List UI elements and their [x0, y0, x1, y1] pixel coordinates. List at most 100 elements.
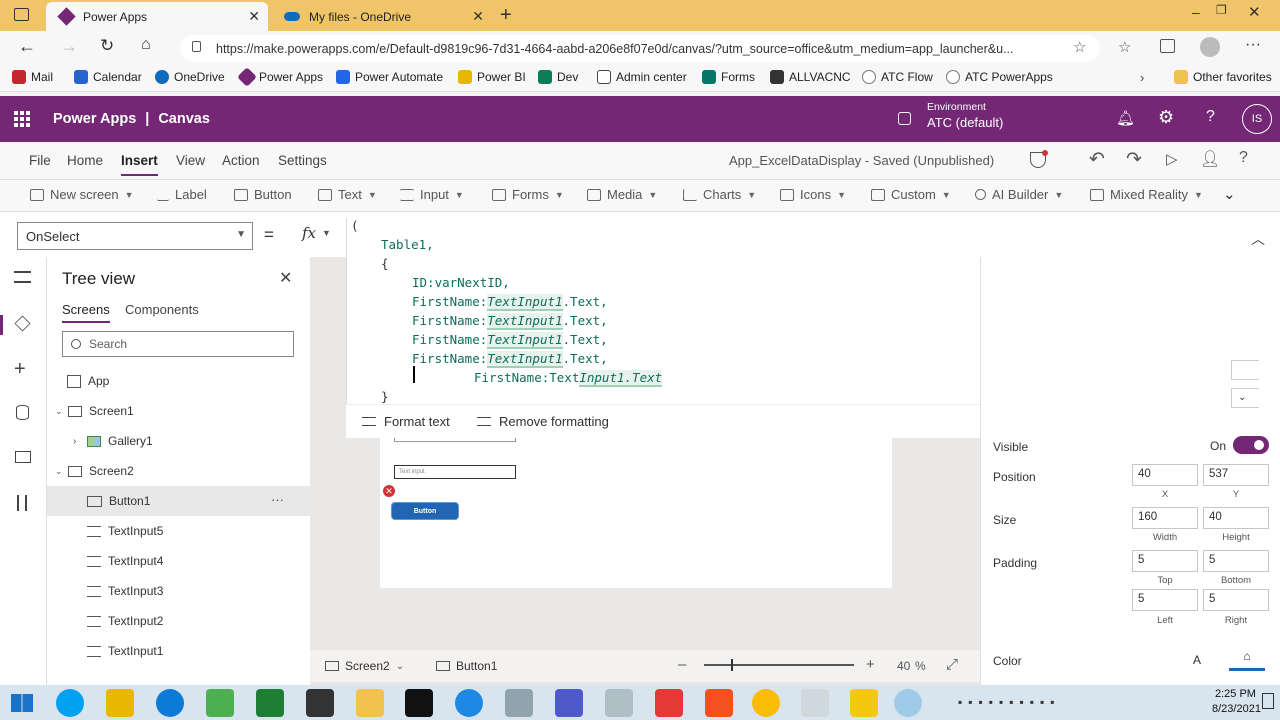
tree-item-gallery1[interactable]: › Gallery1 — [47, 426, 310, 456]
fav-mail[interactable]: Mail — [12, 70, 53, 84]
tree-item-screen1[interactable]: ⌄ Screen1 — [47, 396, 310, 426]
excel-icon[interactable] — [256, 689, 284, 717]
fav-admin-center[interactable]: Admin center — [597, 70, 687, 84]
fav-calendar[interactable]: Calendar — [74, 70, 142, 84]
close-tab-icon[interactable]: ✕ — [472, 8, 484, 25]
close-panel-icon[interactable]: ✕ — [279, 268, 292, 288]
power-bi-icon[interactable] — [850, 689, 878, 717]
close-window-icon[interactable]: ✕ — [1248, 3, 1261, 21]
expand-toolbar-chevron-icon[interactable]: ⌄ — [1223, 185, 1236, 203]
tree-view-layers-icon[interactable] — [14, 315, 31, 332]
zoom-in-icon[interactable]: + — [866, 656, 875, 673]
menu-insert[interactable]: Insert — [121, 153, 158, 176]
label-button[interactable]: Label — [157, 187, 207, 202]
fav-atc-powerapps[interactable]: ATC PowerApps — [946, 70, 1053, 84]
chevron-down-icon[interactable]: ▼ — [322, 228, 331, 238]
insert-plus-icon[interactable]: + — [14, 358, 26, 381]
preview-play-icon[interactable]: ▷ — [1166, 150, 1178, 168]
error-x-icon[interactable]: ✕ — [383, 485, 395, 497]
button-button[interactable]: Button — [234, 187, 292, 202]
paint-icon[interactable] — [801, 689, 829, 717]
fav-power-bi[interactable]: Power BI — [458, 70, 526, 84]
fill-color-bucket-icon[interactable]: ⌂ — [1229, 649, 1265, 671]
visible-toggle[interactable] — [1233, 436, 1269, 454]
skype-icon[interactable] — [56, 689, 84, 717]
media-button[interactable]: Media ▼ — [587, 187, 657, 202]
settings-gear-icon[interactable]: ⚙ — [1158, 107, 1174, 128]
refresh-icon[interactable]: ↻ — [100, 36, 114, 56]
media-rail-icon[interactable] — [15, 451, 31, 463]
format-text-button[interactable]: Format text — [362, 414, 450, 429]
fav-atc-flow[interactable]: ATC Flow — [862, 70, 933, 84]
help-question-icon[interactable]: ? — [1239, 149, 1248, 167]
width-input[interactable]: 160 — [1132, 507, 1198, 529]
app-icon[interactable] — [505, 689, 533, 717]
position-x-input[interactable]: 40 — [1132, 464, 1198, 486]
fav-power-apps[interactable]: Power Apps — [237, 67, 323, 87]
fit-to-window-icon[interactable]: ⤢ — [946, 656, 958, 673]
tree-item-textinput5[interactable]: TextInput5 — [47, 516, 310, 546]
data-icon[interactable] — [16, 405, 29, 420]
fav-allvacnc[interactable]: ALLVACNC — [770, 70, 851, 84]
app-icon[interactable] — [206, 689, 234, 717]
tree-item-textinput4[interactable]: TextInput4 — [47, 546, 310, 576]
fav-other-favorites[interactable]: Other favorites — [1174, 70, 1272, 84]
zoom-out-icon[interactable]: – — [678, 656, 686, 673]
new-tab-icon[interactable]: + — [500, 4, 512, 27]
collapse-editor-chevron-icon[interactable]: ︿ — [1251, 229, 1265, 249]
tree-item-app[interactable]: App — [47, 366, 310, 396]
close-tab-icon[interactable]: ✕ — [248, 8, 260, 25]
forward-icon[interactable]: → — [60, 36, 78, 57]
mixed-reality-button[interactable]: Mixed Reality ▼ — [1090, 187, 1203, 202]
fx-button[interactable]: fx — [302, 224, 316, 242]
menu-action[interactable]: Action — [222, 153, 260, 168]
app-icon[interactable] — [705, 689, 733, 717]
chrome-icon[interactable] — [752, 689, 780, 717]
restore-icon[interactable]: ❐ — [1216, 3, 1227, 17]
zoom-slider-thumb[interactable] — [731, 659, 733, 671]
icons-button[interactable]: Icons ▼ — [780, 187, 846, 202]
position-y-input[interactable]: 537 — [1203, 464, 1269, 486]
tab-actions-icon[interactable] — [14, 8, 29, 21]
tab-screens[interactable]: Screens — [62, 302, 110, 323]
environment-name[interactable]: ATC (default) — [927, 115, 1003, 130]
share-user-icon[interactable]: 👤︎ — [1200, 149, 1220, 169]
app-icon[interactable] — [655, 689, 683, 717]
tree-item-screen2[interactable]: ⌄ Screen2 — [47, 456, 310, 486]
system-tray-icons[interactable]: ▪▪▪▪▪▪▪▪▪▪ — [958, 695, 1061, 709]
height-input[interactable]: 40 — [1203, 507, 1269, 529]
back-icon[interactable]: ← — [18, 36, 36, 57]
favorites-icon[interactable]: ☆ — [1118, 38, 1131, 56]
home-icon[interactable]: ⌂ — [141, 36, 151, 54]
app-launcher-icon[interactable] — [14, 111, 30, 127]
terminal-icon[interactable] — [405, 689, 433, 717]
redo-icon[interactable]: ↷ — [1126, 148, 1142, 171]
panel-field[interactable] — [1231, 360, 1259, 380]
ai-builder-button[interactable]: AI Builder ▼ — [975, 187, 1063, 202]
minimize-icon[interactable]: – — [1192, 4, 1200, 20]
menu-settings[interactable]: Settings — [278, 153, 327, 168]
advanced-tools-icon[interactable] — [17, 495, 27, 511]
undo-icon[interactable]: ↶ — [1089, 148, 1105, 171]
custom-button[interactable]: Custom ▼ — [871, 187, 951, 202]
teams-icon[interactable] — [555, 689, 583, 717]
notifications-icon[interactable]: 🔔︎ — [1116, 109, 1135, 127]
control-breadcrumb[interactable]: Button1 — [436, 659, 497, 673]
tree-item-textinput3[interactable]: TextInput3 — [47, 576, 310, 606]
file-explorer-icon[interactable] — [356, 689, 384, 717]
app-icon[interactable] — [306, 689, 334, 717]
fav-dev[interactable]: Dev — [538, 70, 578, 84]
fav-power-automate[interactable]: Power Automate — [336, 70, 443, 84]
user-avatar[interactable]: IS — [1242, 104, 1272, 134]
menu-home[interactable]: Home — [67, 153, 103, 168]
text-input-control[interactable]: Text input — [394, 465, 516, 479]
remove-formatting-button[interactable]: Remove formatting — [477, 414, 609, 429]
text-color-picker[interactable]: A — [1177, 649, 1217, 671]
new-screen-button[interactable]: New screen ▼ — [30, 187, 134, 202]
windows-start-icon[interactable] — [11, 694, 33, 712]
app-icon[interactable] — [106, 689, 134, 717]
zoom-slider[interactable] — [704, 659, 854, 671]
padding-right-input[interactable]: 5 — [1203, 589, 1269, 611]
chevron-right-icon[interactable]: › — [1140, 70, 1144, 85]
tree-item-textinput1[interactable]: TextInput1 — [47, 636, 310, 666]
